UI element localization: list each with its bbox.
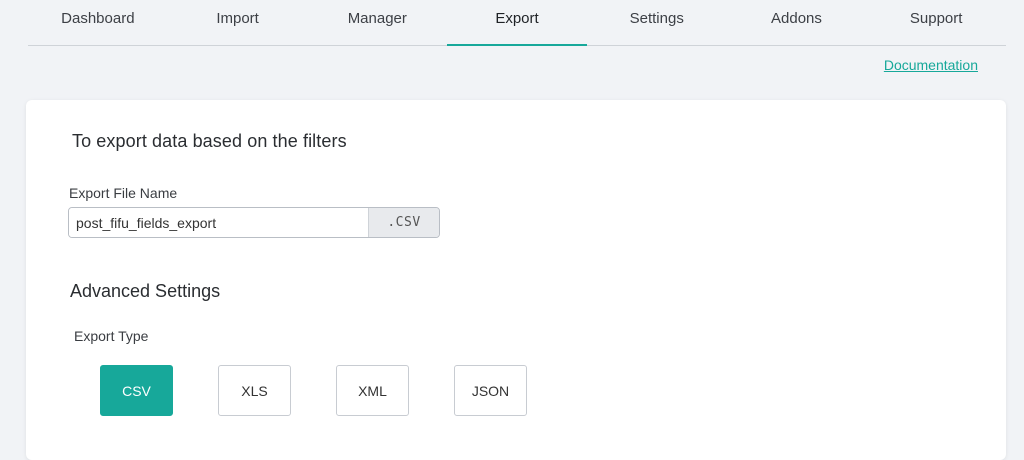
export-file-name-label: Export File Name	[69, 185, 178, 201]
file-extension-suffix: .CSV	[368, 208, 439, 237]
tab-support[interactable]: Support	[866, 0, 1006, 45]
documentation-link[interactable]: Documentation	[884, 57, 978, 73]
tab-addons[interactable]: Addons	[727, 0, 867, 45]
export-type-xls-button[interactable]: XLS	[218, 365, 291, 416]
export-file-name-input[interactable]	[69, 208, 368, 237]
nav-tabs: Dashboard Import Manager Export Settings…	[28, 0, 1006, 46]
tab-settings[interactable]: Settings	[587, 0, 727, 45]
tab-export[interactable]: Export	[447, 0, 587, 46]
tab-dashboard[interactable]: Dashboard	[28, 0, 168, 45]
export-type-label: Export Type	[74, 328, 149, 344]
advanced-settings-title: Advanced Settings	[70, 281, 221, 301]
export-card: To export data based on the filters Expo…	[26, 100, 1006, 460]
export-file-name-group: .CSV	[68, 207, 440, 238]
export-type-xml-button[interactable]: XML	[336, 365, 409, 416]
tab-import[interactable]: Import	[168, 0, 308, 45]
export-type-csv-button[interactable]: CSV	[100, 365, 173, 416]
export-heading: To export data based on the filters	[72, 131, 347, 151]
tab-manager[interactable]: Manager	[307, 0, 447, 45]
export-type-json-button[interactable]: JSON	[454, 365, 527, 416]
